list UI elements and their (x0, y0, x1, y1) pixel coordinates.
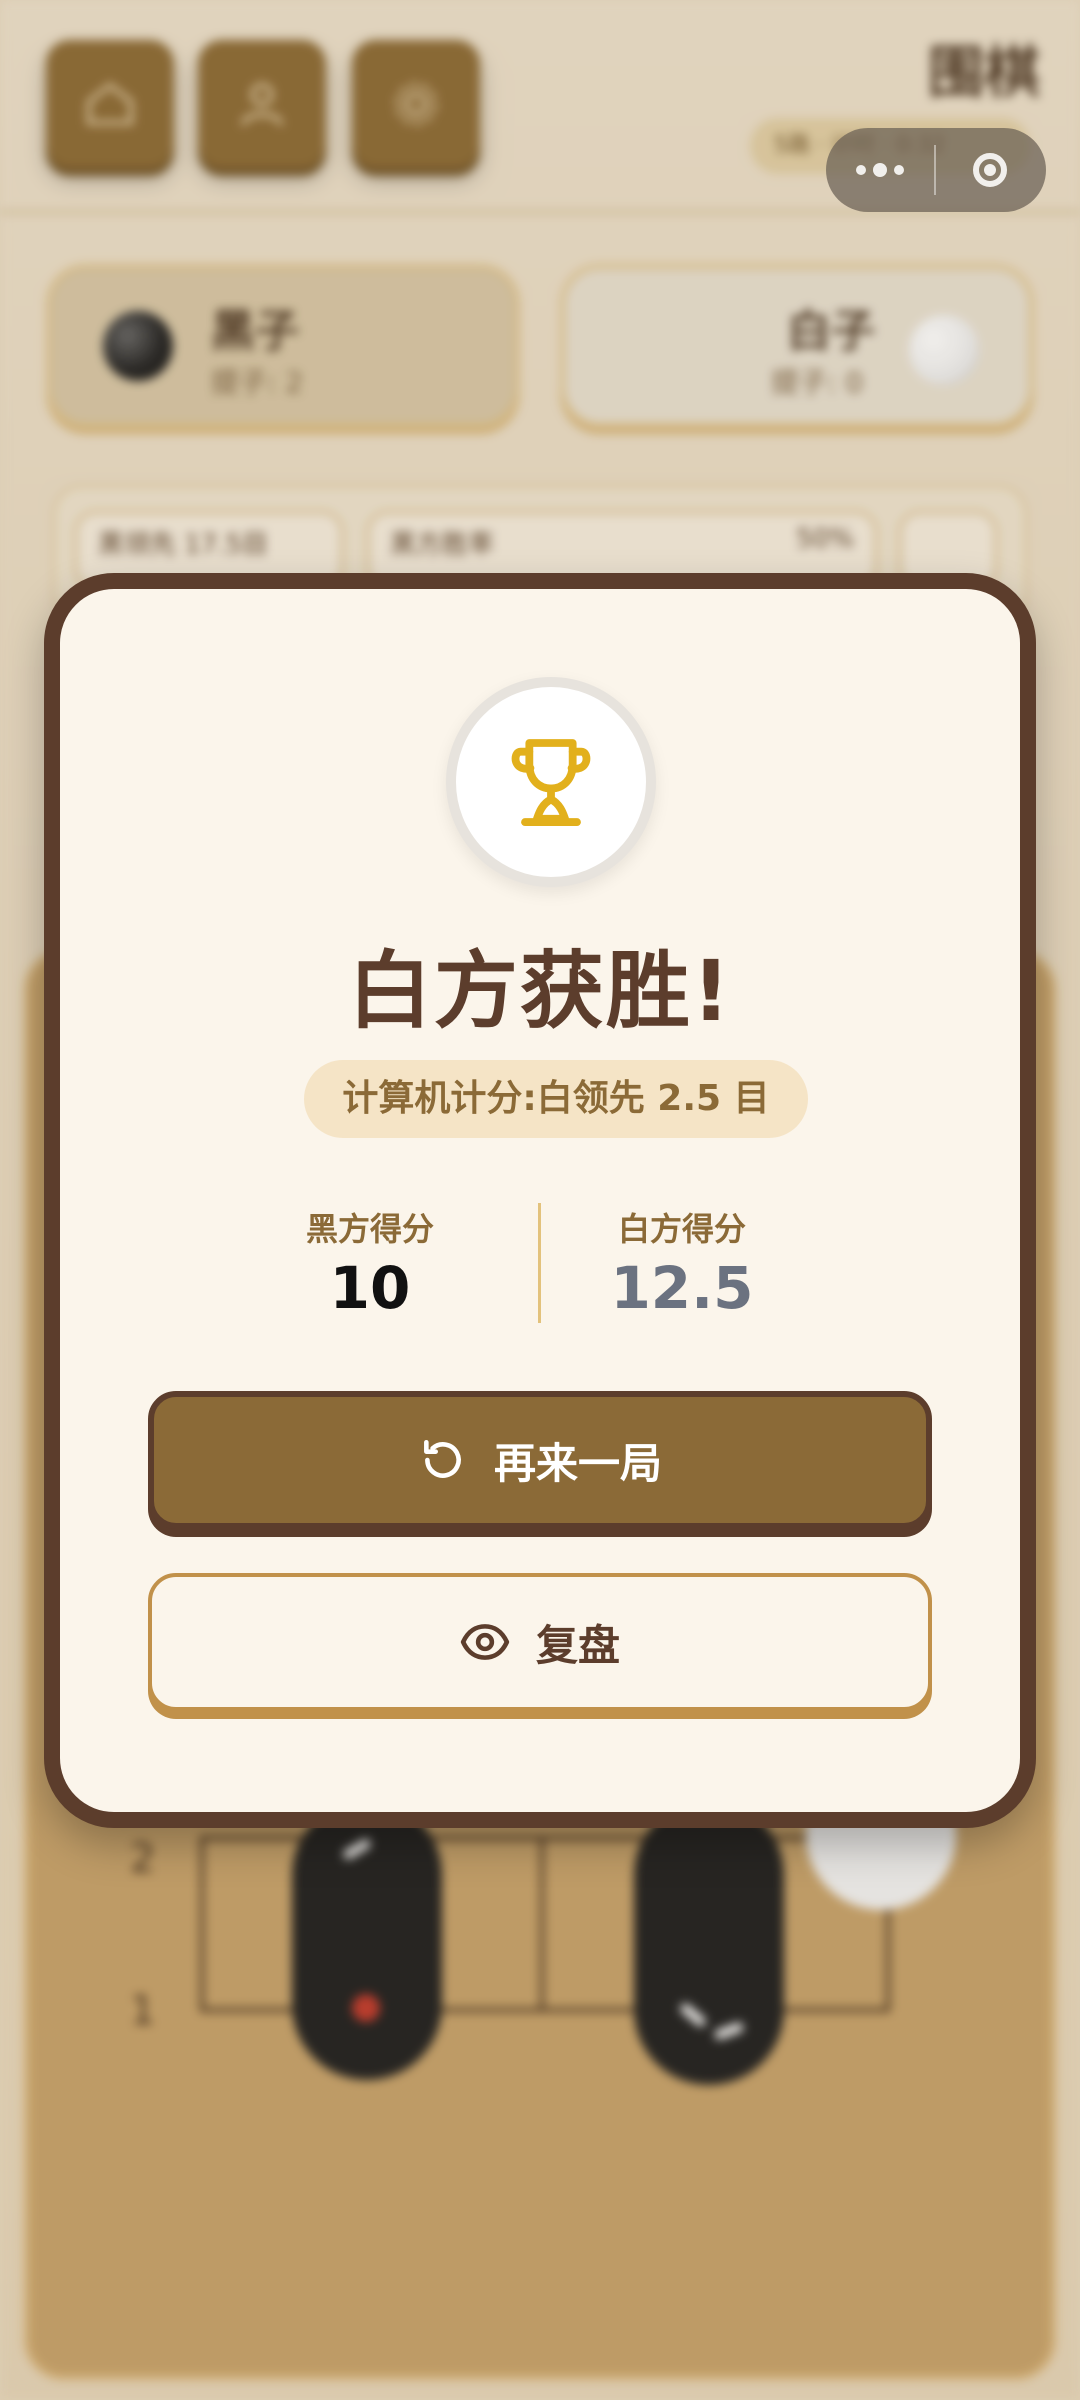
trophy-icon (511, 739, 591, 826)
game-result-modal: 白方获胜! 计算机计分:白领先 2.5 目 黑方得分 10 白方得分 12.5 … (44, 573, 1036, 1828)
play-again-label: 再来一局 (493, 1438, 662, 1488)
white-score-block: 白方得分 12.5 (532, 1204, 832, 1322)
result-title: 白方获胜! (347, 942, 733, 1040)
refresh-icon (424, 1440, 461, 1478)
review-game-button[interactable]: 复盘 (148, 1573, 932, 1711)
trophy-badge (446, 677, 656, 887)
review-game-label: 复盘 (535, 1620, 620, 1670)
score-summary-badge: 计算机计分:白领先 2.5 目 (304, 1060, 808, 1138)
black-score-value: 10 (329, 1254, 411, 1322)
white-score-value: 12.5 (610, 1254, 754, 1322)
black-score-block: 黑方得分 10 (220, 1204, 520, 1322)
play-again-button[interactable]: 再来一局 (148, 1391, 932, 1529)
eye-icon (460, 1624, 510, 1660)
white-score-label: 白方得分 (617, 1210, 746, 1248)
black-score-label: 黑方得分 (305, 1210, 434, 1248)
